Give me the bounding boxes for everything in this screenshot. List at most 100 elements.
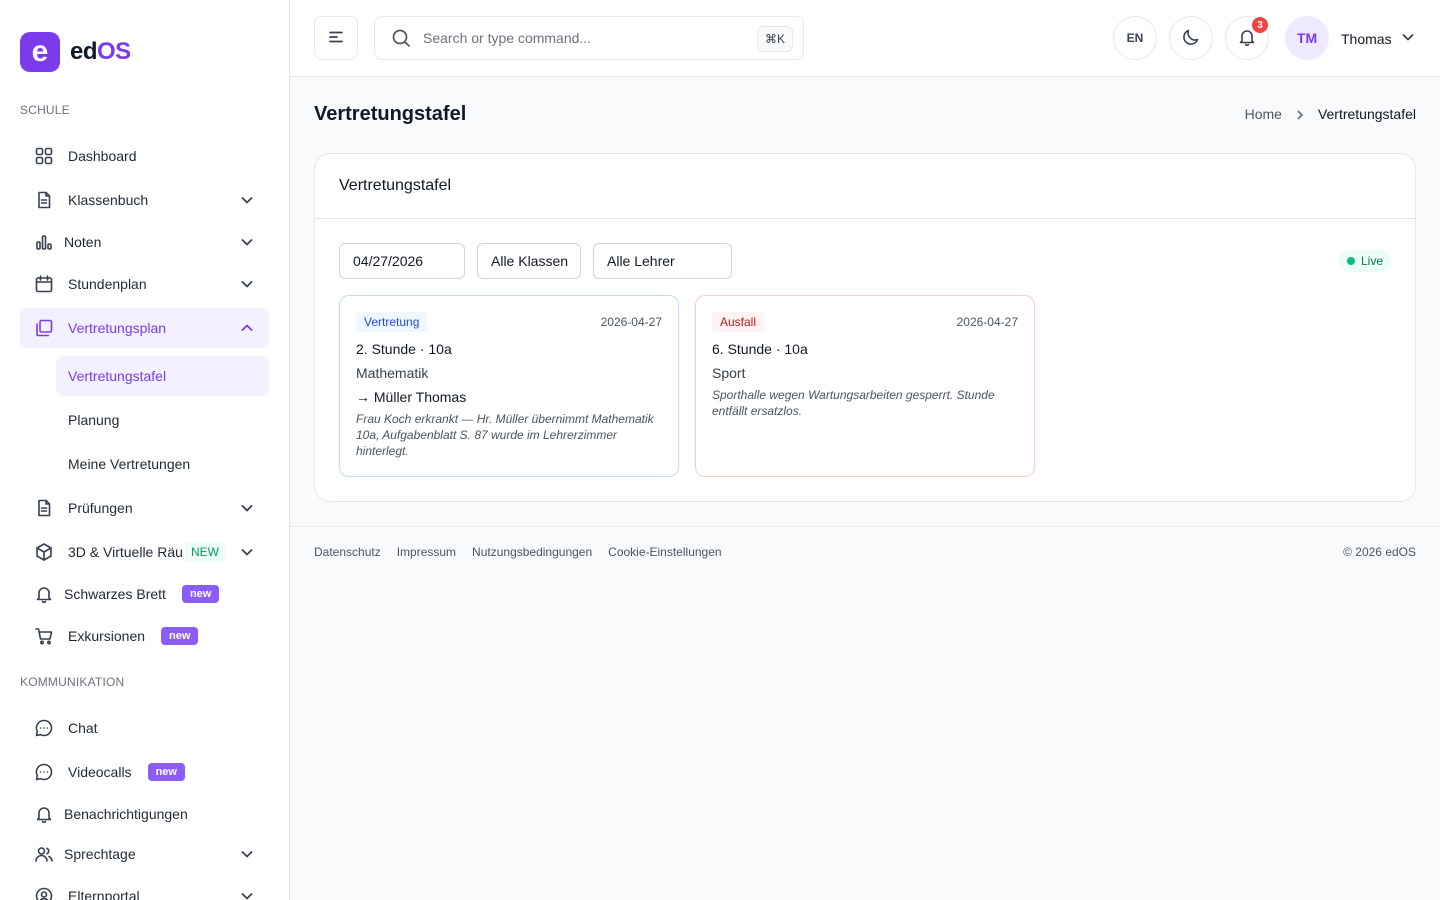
sidebar-subitem-planung[interactable]: Planung — [56, 400, 269, 440]
logo-mark: e — [20, 32, 60, 72]
chevron-down-icon[interactable] — [239, 846, 255, 862]
footer-link-datenschutz[interactable]: Datenschutz — [314, 545, 381, 559]
moon-icon — [1181, 27, 1201, 50]
sidebar-item-elternportal[interactable]: Elternportal — [20, 876, 269, 900]
card-date: 2026-04-27 — [956, 315, 1018, 329]
sidebar-item-label: Klassenbuch — [68, 192, 149, 208]
type-tag: Vertretung — [356, 312, 428, 332]
copy-icon — [34, 318, 54, 338]
notification-count-badge: 3 — [1250, 15, 1270, 35]
sidebar-subitem-vertretungstafel[interactable]: Vertretungstafel — [56, 356, 269, 396]
chevron-down-icon[interactable] — [239, 888, 255, 900]
card-subject: Mathematik — [356, 365, 429, 381]
sidebar-item-3d-virtuelle-raeume[interactable]: 3D & Virtuelle Räume NEW — [20, 532, 269, 572]
sidebar-item-vertretungsplan[interactable]: Vertretungsplan — [20, 308, 269, 348]
section-label-school: SCHULE — [20, 103, 70, 117]
users-icon — [34, 844, 54, 864]
top-header: ⌘K EN 3 TM Thomas — [290, 0, 1440, 77]
new-badge: new — [147, 763, 185, 781]
chevron-up-icon[interactable] — [239, 320, 255, 336]
footer-link-impressum[interactable]: Impressum — [397, 545, 456, 559]
bell-icon — [34, 584, 54, 604]
card-note: Sporthalle wegen Wartungsarbeiten gesper… — [712, 388, 995, 418]
menu-icon — [327, 28, 345, 49]
document-icon — [34, 498, 54, 518]
avatar[interactable]: TM — [1285, 16, 1329, 60]
document-icon — [34, 190, 54, 210]
sidebar-item-label: Prüfungen — [68, 500, 133, 516]
teacher-filter-select[interactable]: Alle Lehrer — [593, 243, 732, 279]
user-name: Thomas — [1341, 30, 1392, 47]
cancellation-card[interactable]: Ausfall 2026-04-27 6. Stunde · 10a Sport… — [695, 295, 1035, 477]
sidebar-item-schwarzes-brett[interactable]: Schwarzes Brett new — [20, 574, 269, 614]
cart-icon — [34, 626, 54, 646]
class-filter-select[interactable]: Alle Klassen — [477, 243, 581, 279]
search-bar[interactable]: ⌘K — [374, 16, 804, 60]
sidebar-item-label: Chat — [68, 720, 98, 736]
chevron-down-icon[interactable] — [239, 500, 255, 516]
chevron-down-icon — [1392, 29, 1416, 48]
sidebar-item-noten[interactable]: Noten — [20, 222, 269, 262]
bell-icon — [34, 804, 54, 824]
chevron-down-icon[interactable] — [239, 276, 255, 292]
sidebar-item-dashboard[interactable]: Dashboard — [20, 136, 269, 176]
language-button[interactable]: EN — [1113, 16, 1157, 60]
sidebar-item-chat[interactable]: Chat — [20, 708, 269, 748]
breadcrumb-home-link[interactable]: Home — [1245, 106, 1282, 122]
chevron-down-icon[interactable] — [239, 234, 255, 250]
new-badge: new — [181, 585, 220, 603]
sidebar-item-exkursionen[interactable]: Exkursionen new — [20, 616, 269, 656]
new-badge: NEW — [185, 542, 225, 562]
sidebar-item-pruefungen[interactable]: Prüfungen — [20, 488, 269, 528]
sidebar-subitem-meine-vertretungen[interactable]: Meine Vertretungen — [56, 444, 269, 484]
sidebar-item-label: Exkursionen — [68, 628, 146, 644]
calendar-icon — [34, 274, 54, 294]
brand-name: edOS — [70, 38, 131, 65]
sidebar-item-label: Noten — [64, 234, 102, 250]
chevron-down-icon[interactable] — [239, 192, 255, 208]
bar-chart-icon — [34, 232, 54, 252]
chat-icon — [34, 762, 54, 782]
sidebar-item-stundenplan[interactable]: Stundenplan — [20, 264, 269, 304]
card-subject: Sport — [712, 365, 746, 381]
copyright: © 2026 edOS — [1343, 545, 1416, 559]
theme-toggle-button[interactable] — [1169, 16, 1213, 60]
sidebar-item-label: Elternportal — [68, 888, 140, 900]
brand-logo[interactable]: e edOS — [20, 32, 131, 72]
sidebar-item-label: 3D & Virtuelle Räume — [68, 544, 183, 560]
card-substitute: → Müller Thomas — [356, 389, 467, 405]
shortcut-hint: ⌘K — [756, 26, 793, 52]
sidebar-item-label: Benachrichtigungen — [64, 806, 188, 822]
panel-title: Vertretungstafel — [315, 154, 1415, 219]
footer-links: Datenschutz Impressum Nutzungsbedingunge… — [314, 545, 738, 559]
notifications-button[interactable]: 3 — [1225, 15, 1270, 60]
search-icon — [391, 28, 411, 48]
sidebar-item-label: Schwarzes Brett — [64, 586, 166, 602]
new-badge: new — [161, 627, 199, 645]
sidebar-item-label: Stundenplan — [68, 276, 147, 292]
card-date: 2026-04-27 — [600, 315, 662, 329]
sidebar-item-benachrichtigungen[interactable]: Benachrichtigungen — [20, 794, 269, 834]
user-menu-button[interactable]: Thomas — [1341, 29, 1416, 48]
sidebar-item-klassenbuch[interactable]: Klassenbuch — [20, 180, 269, 220]
sidebar-toggle-button[interactable] — [314, 16, 358, 60]
chevron-right-icon — [1294, 108, 1306, 120]
search-input[interactable] — [423, 30, 743, 46]
sidebar-item-videocalls[interactable]: Videocalls new — [20, 752, 269, 792]
live-dot-icon — [1346, 257, 1355, 265]
card-period: 2. Stunde · 10a — [356, 341, 452, 357]
sidebar-item-sprechtage[interactable]: Sprechtage — [20, 834, 269, 874]
date-filter-input[interactable]: 04/27/2026 — [339, 243, 465, 279]
chevron-down-icon[interactable] — [239, 544, 255, 560]
footer-link-cookie-einstellungen[interactable]: Cookie-Einstellungen — [608, 545, 721, 559]
substitution-card[interactable]: Vertretung 2026-04-27 2. Stunde · 10a Ma… — [339, 295, 679, 477]
user-circle-icon — [34, 886, 54, 900]
live-status-badge: Live — [1338, 250, 1391, 272]
type-tag: Ausfall — [712, 312, 765, 332]
substitution-board-panel: Vertretungstafel 04/27/2026 Alle Klassen… — [314, 153, 1416, 502]
card-period: 6. Stunde · 10a — [712, 341, 808, 357]
page-title: Vertretungstafel — [314, 103, 467, 125]
chat-icon — [34, 718, 54, 738]
grid-icon — [34, 146, 54, 166]
footer-link-nutzungsbedingungen[interactable]: Nutzungsbedingungen — [472, 545, 592, 559]
